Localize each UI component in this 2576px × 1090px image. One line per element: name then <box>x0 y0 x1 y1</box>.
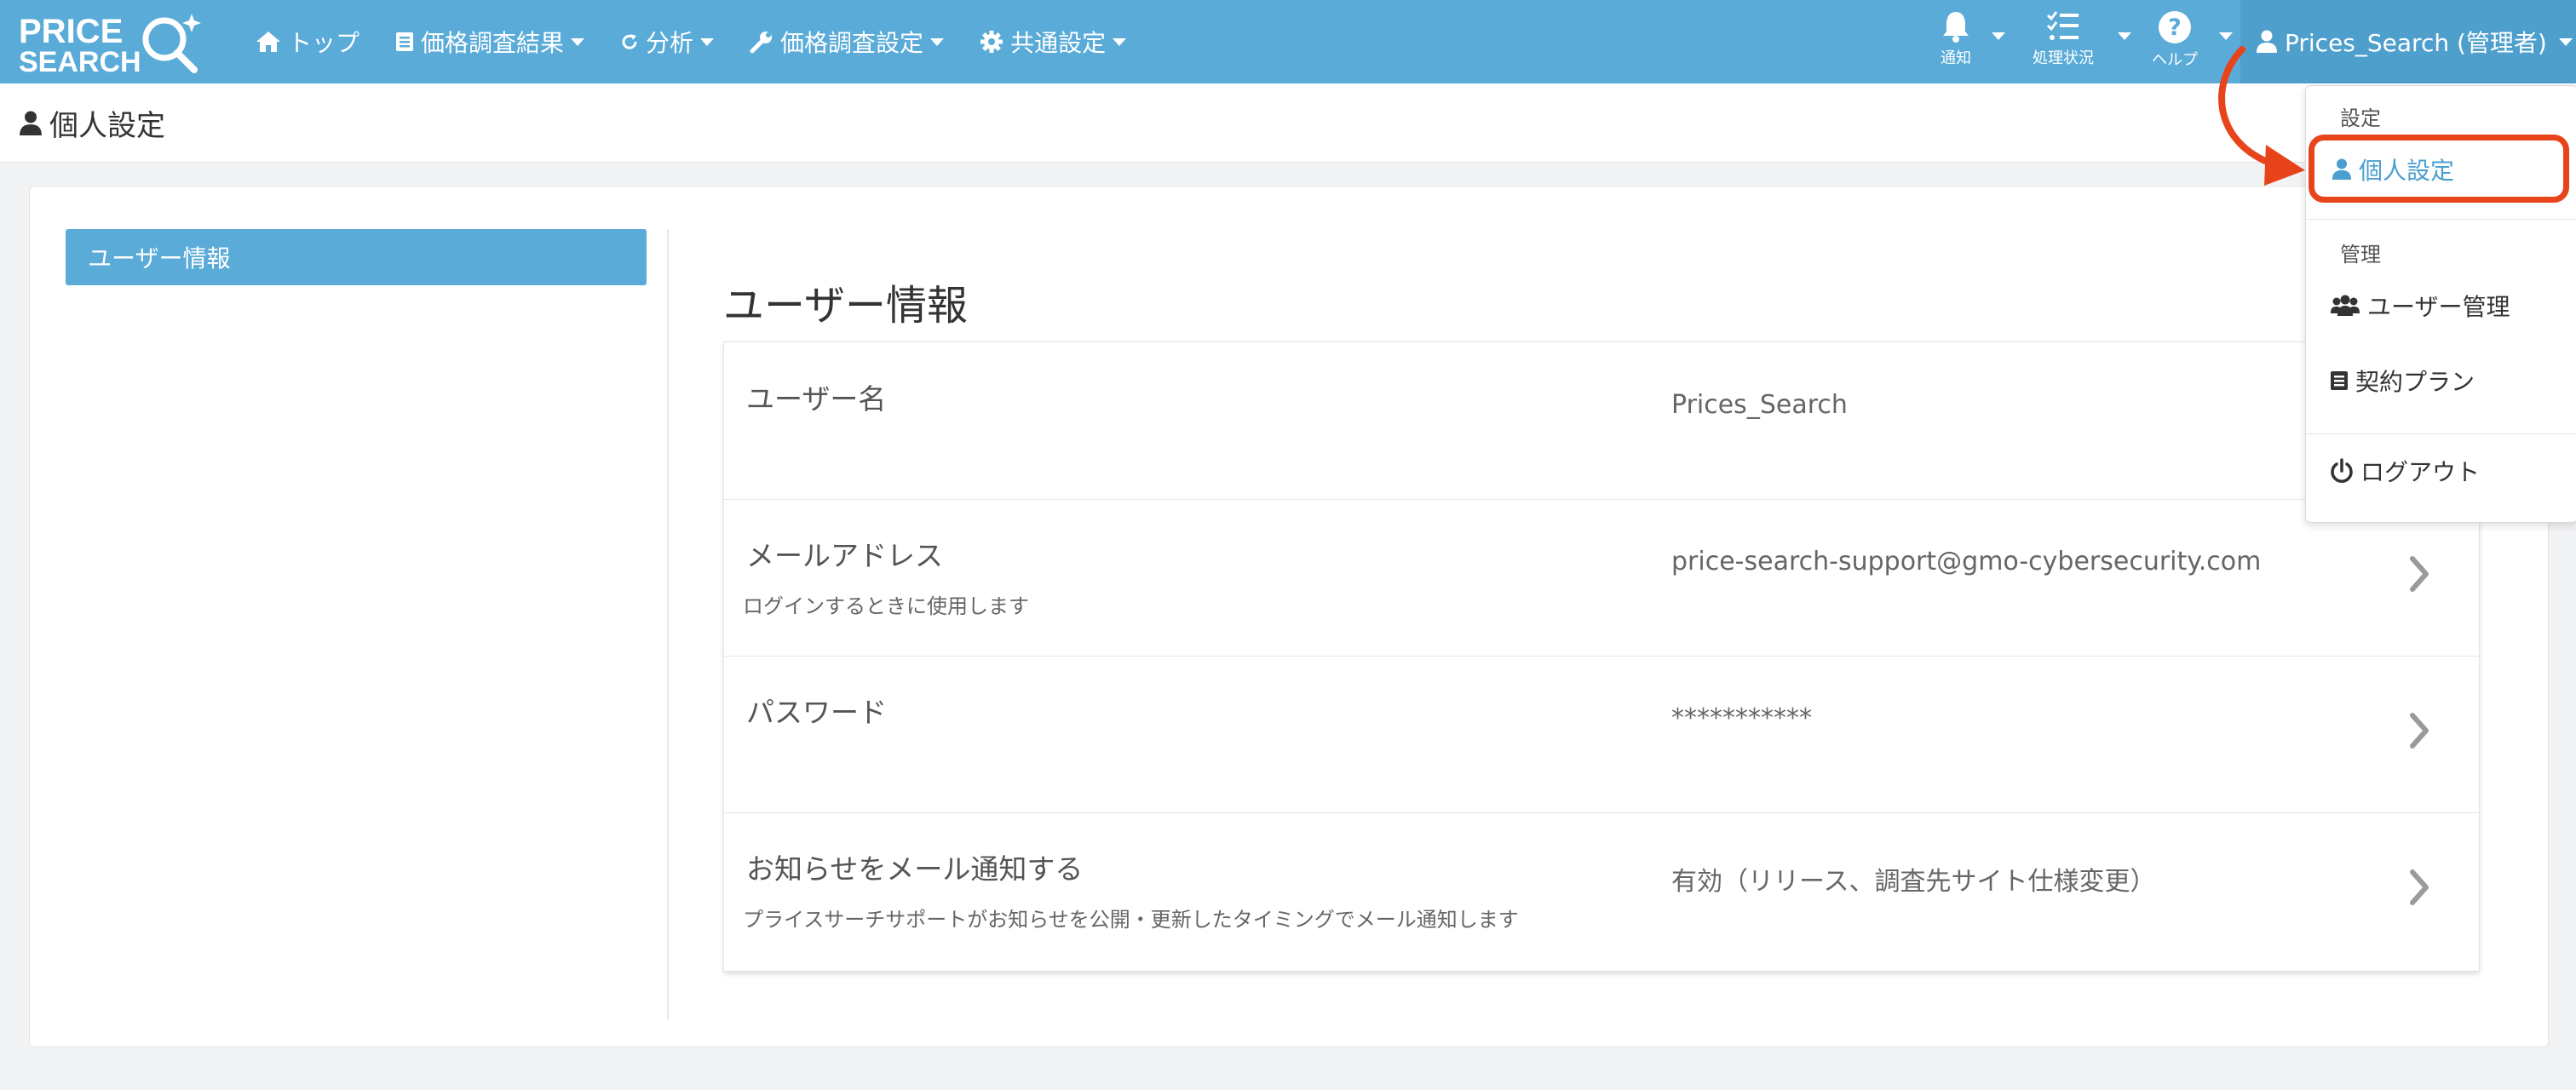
dropdown-divider <box>2306 433 2576 434</box>
price-search-logo[interactable]: PRICE SEARCH <box>15 9 203 75</box>
user-icon <box>20 110 42 135</box>
vertical-divider <box>667 229 669 1019</box>
chevron-down-icon <box>571 37 585 46</box>
annotation-arrow-icon <box>2218 46 2305 186</box>
nav-item-label: 共通設定 <box>1010 29 1107 57</box>
settings-card: ユーザー情報 ユーザー情報 ユーザー名 Prices_Search メールアドレ… <box>29 186 2549 1047</box>
user-info-row-email[interactable]: メールアドレス ログインするときに使用します price-search-supp… <box>724 499 2479 657</box>
processing-status-button[interactable]: 処理状況 <box>2033 10 2094 68</box>
help-label: ヘルプ <box>2152 51 2198 69</box>
dropdown-item-label: ログアウト <box>2360 458 2481 486</box>
row-sublabel: プライスサーチサポートがお知らせを公開・更新したタイミングでメール通知します <box>743 908 1519 932</box>
section-title: ユーザー情報 <box>723 282 969 330</box>
list-icon <box>396 32 414 51</box>
user-info-row-username[interactable]: ユーザー名 Prices_Search <box>724 342 2479 500</box>
bell-icon <box>1943 12 1969 43</box>
chevron-down-icon <box>700 37 715 46</box>
nav-item-top[interactable]: トップ <box>256 25 359 59</box>
dropdown-item-contract-plan[interactable]: 契約プラン <box>2330 364 2475 398</box>
chevron-down-icon <box>930 37 945 46</box>
user-info-table: ユーザー名 Prices_Search メールアドレス ログインするときに使用し… <box>723 341 2480 972</box>
svg-text:?: ? <box>2168 14 2182 41</box>
row-value: 有効（リリース、調査先サイト仕様変更） <box>1671 867 2156 897</box>
row-value: *********** <box>1671 703 1812 733</box>
nav-item-label: 価格調査設定 <box>780 29 924 57</box>
dropdown-header-admin: 管理 <box>2340 243 2381 267</box>
nav-item-label: トップ <box>288 29 360 57</box>
annotation-highlight-box <box>2309 135 2569 203</box>
chevron-down-icon <box>2558 37 2573 46</box>
user-info-row-email-notification[interactable]: お知らせをメール通知する プライスサーチサポートがお知らせを公開・更新したタイミ… <box>724 812 2479 969</box>
question-circle-icon: ? <box>2159 11 2191 43</box>
page-title: 個人設定 <box>19 102 165 144</box>
page-title-text: 個人設定 <box>49 109 165 143</box>
nav-item-label: 価格調査結果 <box>421 29 565 57</box>
row-sublabel: ログインするときに使用します <box>743 594 1029 618</box>
chevron-down-icon <box>1113 37 1127 46</box>
row-label: メールアドレス <box>746 539 943 572</box>
row-label: お知らせをメール通知する <box>746 852 1084 886</box>
sidebar-item-label: ユーザー情報 <box>88 244 231 272</box>
page-header: 個人設定 <box>0 83 2576 163</box>
chevron-right-icon[interactable] <box>2407 554 2431 594</box>
notifications-button[interactable]: 通知 <box>1941 10 1971 68</box>
dropdown-item-user-management[interactable]: ユーザー管理 <box>2330 289 2510 323</box>
power-icon <box>2331 458 2353 483</box>
gear-icon <box>980 31 1003 53</box>
help-button[interactable]: ? ヘルプ <box>2152 10 2198 70</box>
users-icon <box>2331 295 2360 316</box>
user-info-row-password[interactable]: パスワード *********** <box>724 656 2479 813</box>
notifications-label: 通知 <box>1941 49 1971 67</box>
list-icon <box>2331 371 2348 390</box>
dropdown-divider <box>2306 219 2576 220</box>
dropdown-header-settings: 設定 <box>2340 106 2381 130</box>
row-value: Prices_Search <box>1671 390 1848 420</box>
row-value: price-search-support@gmo-cybersecurity.c… <box>1671 547 2262 577</box>
nav-item-label: 分析 <box>646 29 694 57</box>
chevron-right-icon[interactable] <box>2407 867 2431 908</box>
sidebar-item-user-info[interactable]: ユーザー情報 <box>66 229 647 285</box>
wrench-icon <box>750 32 773 54</box>
task-list-icon <box>2046 11 2079 40</box>
nav-item-common-settings[interactable]: 共通設定 <box>980 25 1127 59</box>
user-menu-label: Prices_Search (管理者) <box>2285 29 2547 57</box>
main-menu: トップ 価格調査結果 分析 価格調査設定 共通設定 <box>256 0 1162 83</box>
nav-item-price-results[interactable]: 価格調査結果 <box>395 25 585 59</box>
chevron-right-icon[interactable] <box>2407 710 2431 751</box>
nav-item-price-settings[interactable]: 価格調査設定 <box>750 25 945 59</box>
nav-item-analysis[interactable]: 分析 <box>620 25 715 59</box>
refresh-icon <box>622 34 637 49</box>
logo-line1: PRICE <box>19 13 123 50</box>
home-icon <box>256 32 280 52</box>
row-label: ユーザー名 <box>746 382 887 416</box>
top-navbar: PRICE SEARCH トップ 価格調査結果 分析 価格調査設定 共通設定 通… <box>0 0 2576 83</box>
row-label: パスワード <box>746 696 887 729</box>
logo-line2: SEARCH <box>19 46 141 75</box>
chevron-down-icon <box>2118 32 2131 40</box>
processing-status-label: 処理状況 <box>2033 49 2094 67</box>
chevron-down-icon <box>1992 32 2005 40</box>
dropdown-item-label: ユーザー管理 <box>2367 293 2510 321</box>
dropdown-item-label: 契約プラン <box>2355 368 2475 396</box>
dropdown-item-logout[interactable]: ログアウト <box>2330 454 2480 488</box>
